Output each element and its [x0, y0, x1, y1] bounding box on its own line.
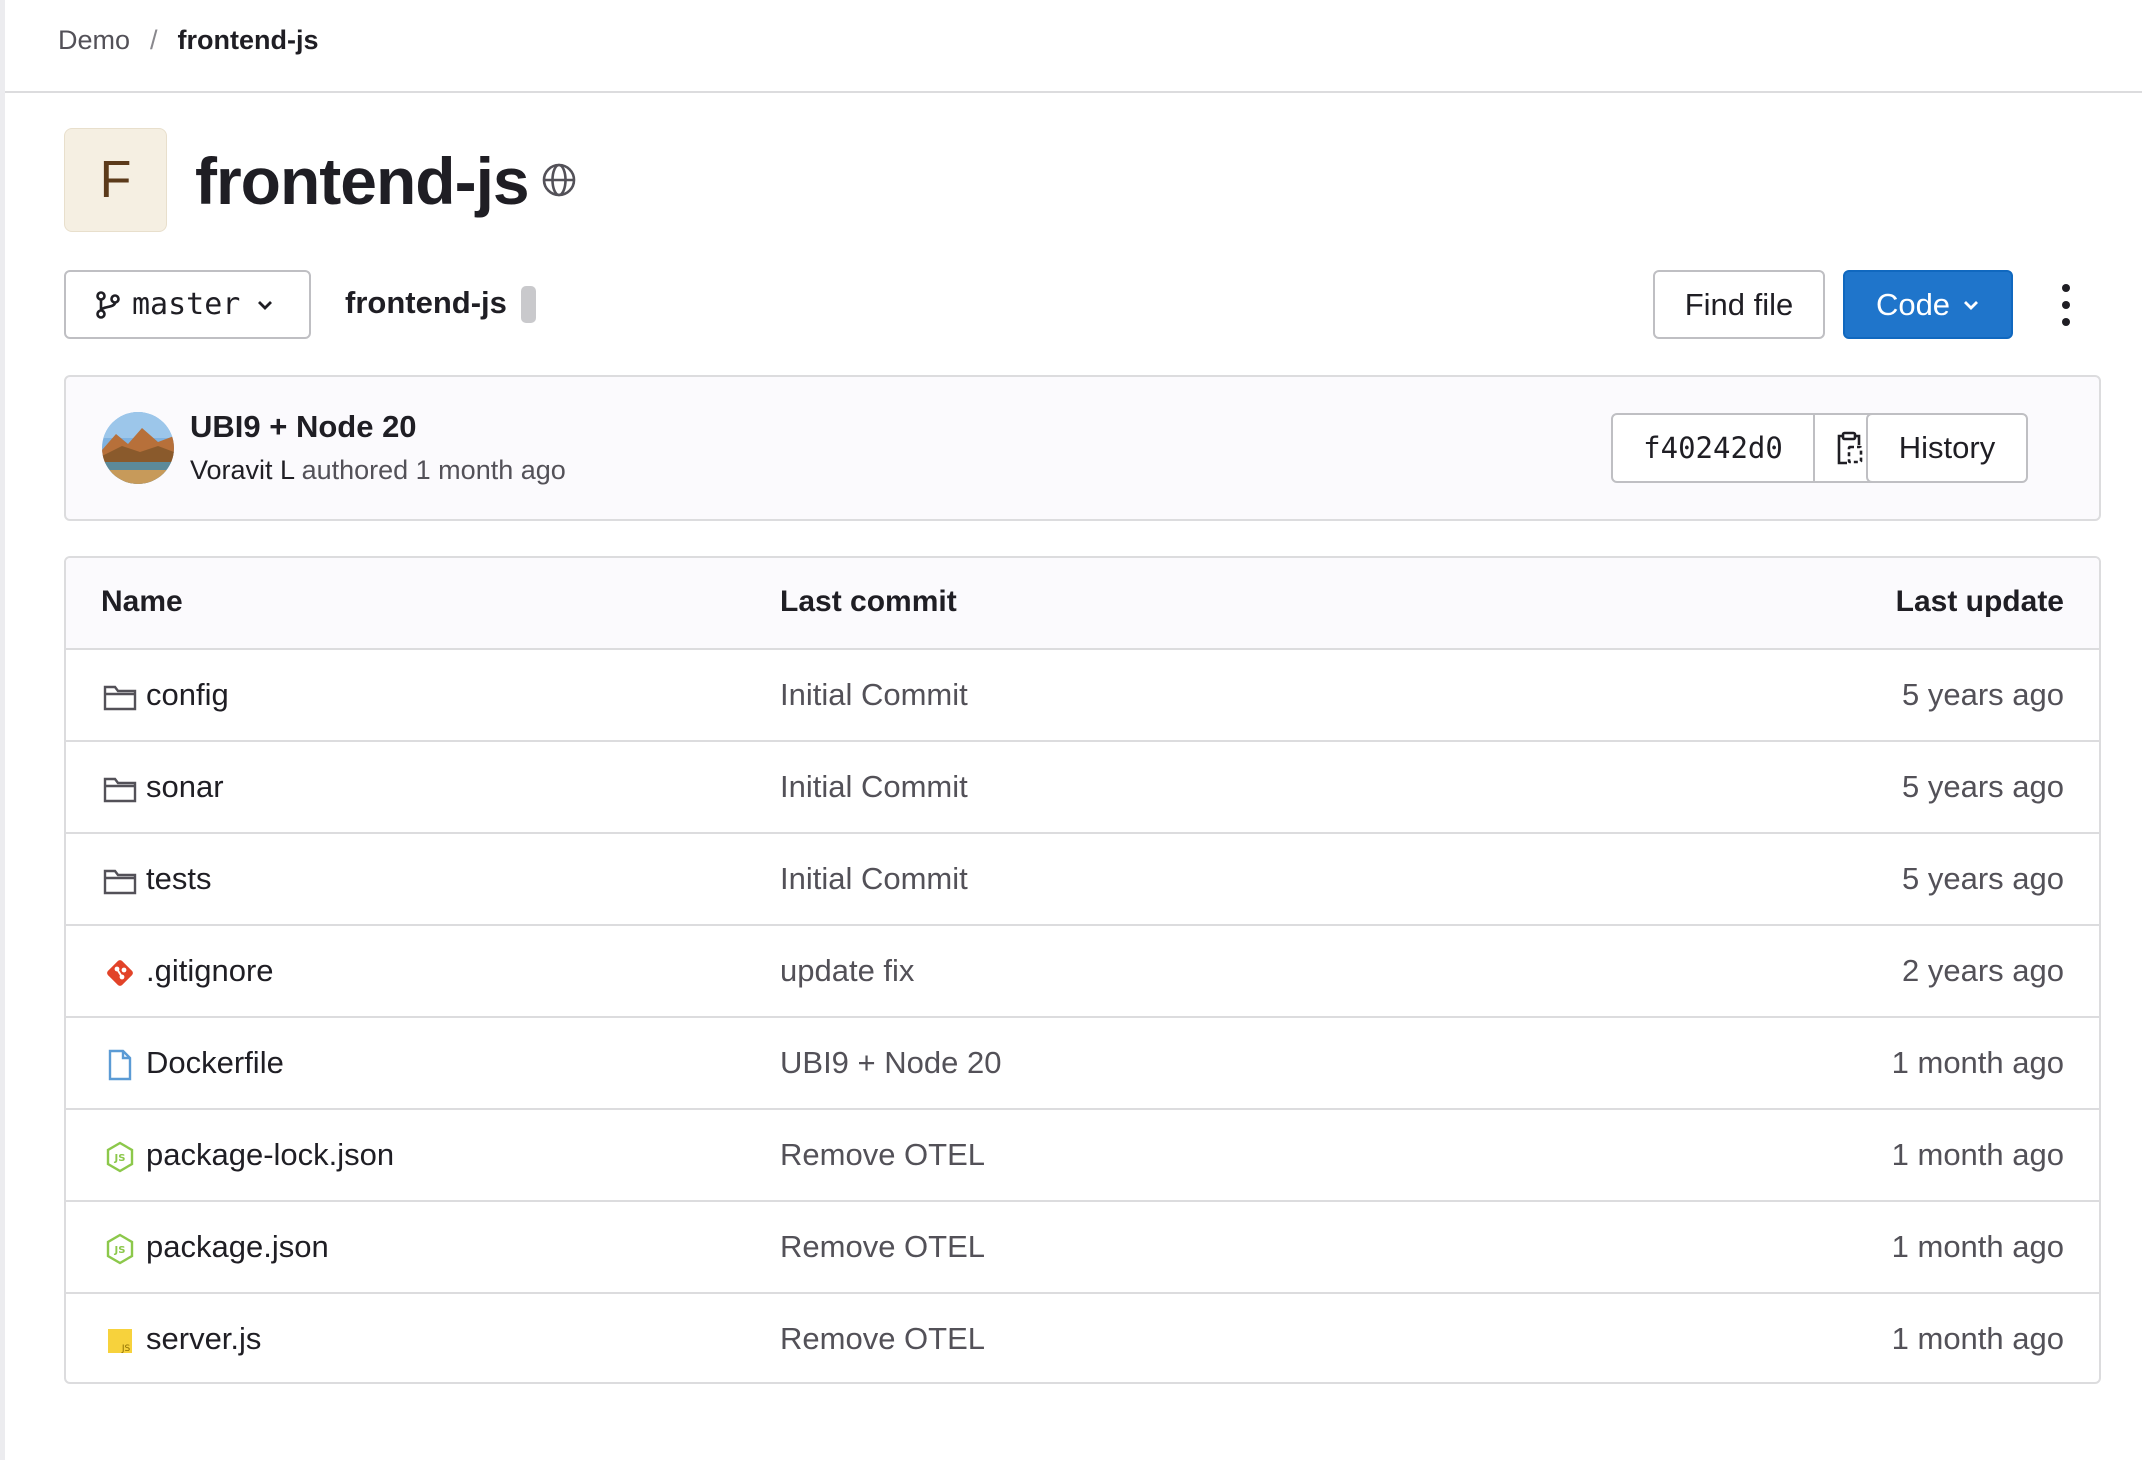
commit-message-link[interactable]: Initial Commit: [780, 769, 968, 805]
commit-message-link[interactable]: UBI9 + Node 20: [780, 1045, 1001, 1081]
commit-message-link[interactable]: update fix: [780, 953, 914, 989]
history-button[interactable]: History: [1866, 413, 2028, 483]
last-update-time: 2 years ago: [1902, 953, 2064, 988]
commit-sha-group: f40242d0: [1611, 413, 1885, 483]
commit-message-link[interactable]: Initial Commit: [780, 861, 968, 897]
commit-message-link[interactable]: Initial Commit: [780, 677, 968, 713]
column-header-last-update: Last update: [1895, 585, 2064, 618]
javascript-icon: JS: [102, 1324, 138, 1358]
svg-text:JS: JS: [114, 1245, 126, 1256]
column-header-last-commit: Last commit: [780, 585, 957, 618]
folder-icon: [102, 864, 138, 898]
column-header-name: Name: [101, 585, 183, 618]
commit-message-link[interactable]: Remove OTEL: [780, 1229, 985, 1265]
file-name-link[interactable]: config: [146, 677, 229, 713]
last-update-time: 1 month ago: [1891, 1137, 2064, 1172]
file-name-link[interactable]: Dockerfile: [146, 1045, 284, 1081]
globe-icon: [542, 163, 576, 197]
clipboard-icon: [1837, 431, 1863, 465]
table-row[interactable]: JS package.json Remove OTEL 1 month ago: [66, 1202, 2099, 1294]
commit-authored-text: authored 1 month ago: [301, 455, 566, 485]
file-name-link[interactable]: package-lock.json: [146, 1137, 394, 1173]
last-update-time: 1 month ago: [1891, 1321, 2064, 1356]
commit-message-link[interactable]: Remove OTEL: [780, 1137, 985, 1173]
top-bar: Demo / frontend-js: [5, 0, 2142, 93]
commit-message-link[interactable]: Remove OTEL: [780, 1321, 985, 1357]
breadcrumb: Demo / frontend-js: [58, 25, 319, 56]
table-row[interactable]: .gitignore update fix 2 years ago: [66, 926, 2099, 1018]
code-button-label: Code: [1875, 286, 1951, 322]
kebab-icon[interactable]: [2052, 280, 2080, 330]
file-name-link[interactable]: package.json: [146, 1229, 329, 1265]
branch-name: master: [132, 287, 241, 322]
table-row[interactable]: sonar Initial Commit 5 years ago: [66, 742, 2099, 834]
table-body: config Initial Commit 5 years ago sonar Init…: [66, 650, 2099, 1382]
sidebar-edge: [0, 0, 5, 1460]
breadcrumb-separator: /: [150, 25, 158, 55]
avatar[interactable]: [102, 412, 174, 484]
file-name-link[interactable]: sonar: [146, 769, 224, 805]
text-cursor: [521, 286, 536, 323]
table-row[interactable]: JS server.js Remove OTEL 1 month ago: [66, 1294, 2099, 1382]
project-avatar: F: [64, 128, 167, 232]
last-commit-panel: UBI9 + Node 20 Voravit L authored 1 mont…: [64, 375, 2101, 521]
svg-text:JS: JS: [121, 1344, 131, 1354]
code-dropdown-button[interactable]: Code: [1843, 270, 2013, 339]
last-update-time: 5 years ago: [1902, 677, 2064, 712]
breadcrumb-project-link[interactable]: frontend-js: [178, 25, 319, 56]
file-name-link[interactable]: .gitignore: [146, 953, 274, 989]
nodejs-icon: JS: [102, 1140, 138, 1174]
chevron-down-icon: [258, 300, 273, 310]
branch-selector[interactable]: master: [64, 270, 311, 339]
file-name-link[interactable]: server.js: [146, 1321, 261, 1357]
folder-icon: [102, 680, 138, 714]
breadcrumb-group-link[interactable]: Demo: [58, 25, 130, 56]
nodejs-icon: JS: [102, 1232, 138, 1266]
table-row[interactable]: JS package-lock.json Remove OTEL 1 month ag…: [66, 1110, 2099, 1202]
table-row[interactable]: config Initial Commit 5 years ago: [66, 650, 2099, 742]
last-update-time: 1 month ago: [1891, 1229, 2064, 1264]
svg-text:JS: JS: [114, 1153, 126, 1164]
file-icon: [102, 1048, 138, 1082]
branch-icon: [96, 290, 120, 319]
git-icon: [102, 956, 138, 990]
find-file-button[interactable]: Find file: [1653, 270, 1825, 339]
last-update-time: 1 month ago: [1891, 1045, 2064, 1080]
table-header: Name Last commit Last update: [66, 558, 2099, 650]
repository-path[interactable]: frontend-js: [345, 285, 507, 321]
page: Demo / frontend-js F frontend-js master …: [0, 0, 2142, 1460]
file-name-link[interactable]: tests: [146, 861, 211, 897]
project-title: frontend-js: [195, 144, 530, 218]
chevron-down-icon: [1964, 300, 1979, 310]
commit-author-link[interactable]: Voravit L: [190, 455, 294, 485]
last-update-time: 5 years ago: [1902, 769, 2064, 804]
folder-icon: [102, 772, 138, 806]
commit-title-link[interactable]: UBI9 + Node 20: [190, 409, 417, 445]
commit-sha-button[interactable]: f40242d0: [1613, 415, 1815, 481]
table-row[interactable]: tests Initial Commit 5 years ago: [66, 834, 2099, 926]
table-row[interactable]: Dockerfile UBI9 + Node 20 1 month ago: [66, 1018, 2099, 1110]
commit-meta: Voravit L authored 1 month ago: [190, 455, 566, 486]
file-tree-table: Name Last commit Last update config Initi…: [64, 556, 2101, 1384]
last-update-time: 5 years ago: [1902, 861, 2064, 896]
